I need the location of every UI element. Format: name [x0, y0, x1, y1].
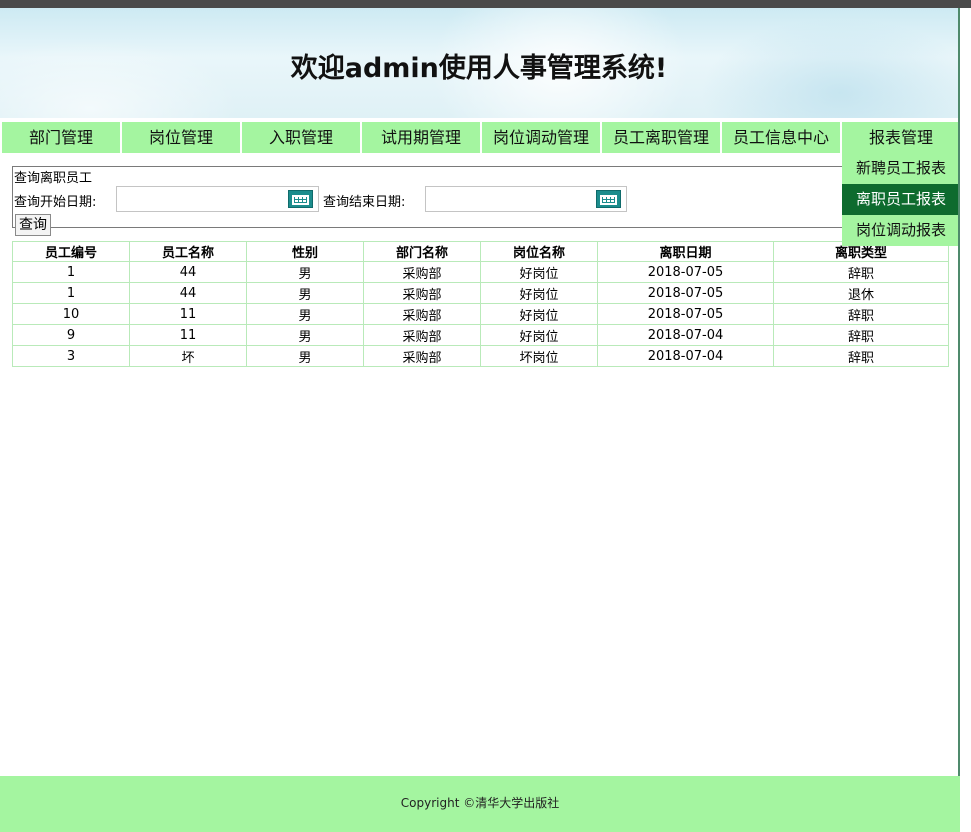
table-cell: 采购部 — [363, 345, 481, 367]
table-cell: 辞职 — [773, 324, 949, 346]
nav-item-reports[interactable]: 报表管理 — [842, 122, 960, 153]
table-row: 1 44 男 采购部 好岗位 2018-07-05 辞职 — [12, 261, 949, 283]
table-cell: 男 — [246, 261, 364, 283]
table-cell: 2018-07-05 — [597, 282, 774, 304]
table-cell: 坏岗位 — [480, 345, 598, 367]
table-row: 1 44 男 采购部 好岗位 2018-07-05 退休 — [12, 282, 949, 304]
column-header: 部门名称 — [363, 241, 481, 262]
table-row: 9 11 男 采购部 好岗位 2018-07-04 辞职 — [12, 324, 949, 346]
table-cell: 1 — [12, 282, 130, 304]
table-cell: 2018-07-04 — [597, 345, 774, 367]
table-cell: 2018-07-05 — [597, 303, 774, 325]
table-cell: 好岗位 — [480, 261, 598, 283]
page-border — [958, 8, 960, 832]
table-cell: 1 — [12, 261, 130, 283]
table-cell: 44 — [129, 261, 247, 283]
footer: Copyright ©清华大学出版社 — [0, 776, 960, 832]
table-cell: 男 — [246, 324, 364, 346]
column-header: 离职日期 — [597, 241, 774, 262]
copyright-text: Copyright ©清华大学出版社 — [400, 796, 560, 810]
header-banner: 欢迎admin使用人事管理系统! — [0, 8, 958, 118]
table-cell: 坏 — [129, 345, 247, 367]
query-button[interactable]: 查询 — [15, 214, 51, 236]
column-header: 员工名称 — [129, 241, 247, 262]
table-cell: 辞职 — [773, 345, 949, 367]
table-cell: 退休 — [773, 282, 949, 304]
nav-item-transfer[interactable]: 岗位调动管理 — [482, 122, 600, 153]
table-cell: 9 — [12, 324, 130, 346]
page-title: 欢迎admin使用人事管理系统! — [290, 53, 668, 84]
menu-item-resignation-report[interactable]: 离职员工报表 — [842, 184, 960, 215]
table-cell: 采购部 — [363, 261, 481, 283]
table-cell: 11 — [129, 303, 247, 325]
menu-item-transfer-report[interactable]: 岗位调动报表 — [842, 215, 960, 246]
table-cell: 好岗位 — [480, 303, 598, 325]
table-cell: 好岗位 — [480, 324, 598, 346]
resigned-employee-table: 员工编号 员工名称 性别 部门名称 岗位名称 离职日期 离职类型 1 44 男 … — [12, 241, 949, 367]
table-cell: 2018-07-04 — [597, 324, 774, 346]
table-cell: 2018-07-05 — [597, 261, 774, 283]
table-cell: 男 — [246, 282, 364, 304]
table-header-row: 员工编号 员工名称 性别 部门名称 岗位名称 离职日期 离职类型 — [12, 241, 949, 262]
nav-item-resignation[interactable]: 员工离职管理 — [602, 122, 720, 153]
table-cell: 44 — [129, 282, 247, 304]
column-header: 岗位名称 — [480, 241, 598, 262]
table-row: 10 11 男 采购部 好岗位 2018-07-05 辞职 — [12, 303, 949, 325]
table-cell: 辞职 — [773, 261, 949, 283]
table-cell: 辞职 — [773, 303, 949, 325]
table-cell: 3 — [12, 345, 130, 367]
table-cell: 11 — [129, 324, 247, 346]
menu-item-new-hire-report[interactable]: 新聘员工报表 — [842, 153, 960, 184]
nav-item-department[interactable]: 部门管理 — [2, 122, 120, 153]
column-header: 性别 — [246, 241, 364, 262]
nav-item-employee-info[interactable]: 员工信息中心 — [722, 122, 840, 153]
calendar-icon[interactable] — [596, 190, 621, 208]
column-header: 员工编号 — [12, 241, 130, 262]
end-date-label: 查询结束日期: — [323, 195, 406, 210]
nav-item-position[interactable]: 岗位管理 — [122, 122, 240, 153]
query-form: 查询离职员工 查询开始日期: 查询结束日期: — [12, 166, 847, 228]
start-date-label: 查询开始日期: — [14, 195, 97, 210]
table-cell: 男 — [246, 345, 364, 367]
nav-item-probation[interactable]: 试用期管理 — [362, 122, 480, 153]
table-cell: 采购部 — [363, 282, 481, 304]
window-top-strip — [0, 0, 971, 8]
main-nav: 部门管理 岗位管理 入职管理 试用期管理 岗位调动管理 员工离职管理 员工信息中… — [0, 122, 960, 153]
table-cell: 10 — [12, 303, 130, 325]
table-cell: 好岗位 — [480, 282, 598, 304]
table-row: 3 坏 男 采购部 坏岗位 2018-07-04 辞职 — [12, 345, 949, 367]
table-cell: 采购部 — [363, 303, 481, 325]
query-legend: 查询离职员工 — [14, 167, 95, 186]
table-cell: 男 — [246, 303, 364, 325]
nav-item-onboarding[interactable]: 入职管理 — [242, 122, 360, 153]
table-cell: 采购部 — [363, 324, 481, 346]
reports-dropdown-menu: 新聘员工报表 离职员工报表 岗位调动报表 — [842, 153, 960, 246]
calendar-icon[interactable] — [288, 190, 313, 208]
